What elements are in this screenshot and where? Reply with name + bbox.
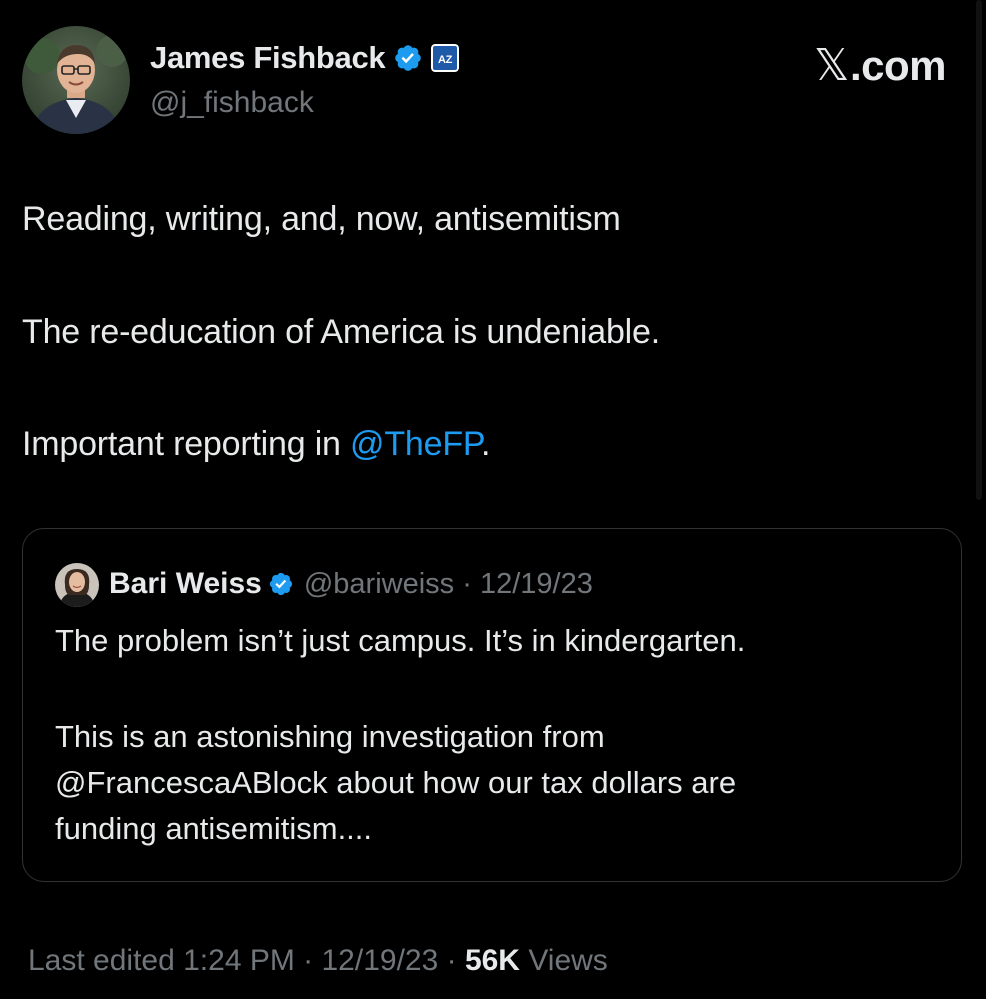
quote-handle-date[interactable]: @bariweiss · 12/19/23 (304, 568, 593, 601)
scrollbar[interactable] (976, 0, 982, 500)
tweet-text-line-3: Important reporting in @TheFP. (22, 425, 490, 464)
tweet-text-line-2: The re-education of America is undeniabl… (22, 313, 660, 351)
views-label: Views (519, 944, 608, 977)
quote-text-line-2: This is an astonishing investigation fro… (55, 719, 605, 754)
x-logo-icon: 𝕏 (814, 41, 849, 90)
brand-label: 𝕏 .com (814, 40, 946, 91)
quote-author-name[interactable]: Bari Weiss (109, 567, 262, 601)
quote-avatar-image (55, 563, 99, 607)
views-count: 56K (464, 944, 520, 977)
quote-header: Bari Weiss @bariweiss · 12/19/23 (109, 567, 593, 601)
quote-text-line-1: The problem isn’t just campus. It’s in k… (55, 623, 746, 658)
author-handle[interactable]: @j_fishback (150, 86, 314, 120)
az-affiliate-badge-icon[interactable]: AZ (431, 44, 460, 72)
quote-text-line-3: @FrancescaABlock about how our tax dolla… (55, 765, 737, 800)
tweet-screenshot: James Fishback AZ @j_fishback 𝕏 .com Read… (0, 0, 986, 999)
author-avatar[interactable] (22, 26, 130, 134)
quote-text-line-4: funding antisemitism.... (55, 811, 373, 846)
last-edited-timestamp[interactable]: Last edited 1:24 PM · 12/19/23 · (28, 944, 465, 977)
tweet-text-suffix: . (480, 425, 491, 463)
tweet-text-prefix: Important reporting in (22, 425, 351, 463)
brand-domain: .com (849, 41, 947, 89)
author-avatar-image (22, 26, 130, 134)
tweet-meta-footer: Last edited 1:24 PM · 12/19/23 · 56K Vie… (28, 944, 608, 978)
tweet-text-line-1: Reading, writing, and, now, antisemitism (22, 200, 621, 238)
az-badge-text: AZ (438, 54, 453, 66)
mention-thefp-link[interactable]: @TheFP (350, 425, 481, 463)
quote-author-avatar[interactable] (55, 563, 99, 607)
author-name-row: James Fishback AZ (150, 40, 460, 76)
author-name[interactable]: James Fishback (150, 40, 386, 76)
verified-badge-icon (269, 572, 292, 596)
quoted-tweet-card[interactable]: Bari Weiss @bariweiss · 12/19/23 The pro… (22, 528, 962, 882)
verified-badge-icon (395, 45, 422, 71)
